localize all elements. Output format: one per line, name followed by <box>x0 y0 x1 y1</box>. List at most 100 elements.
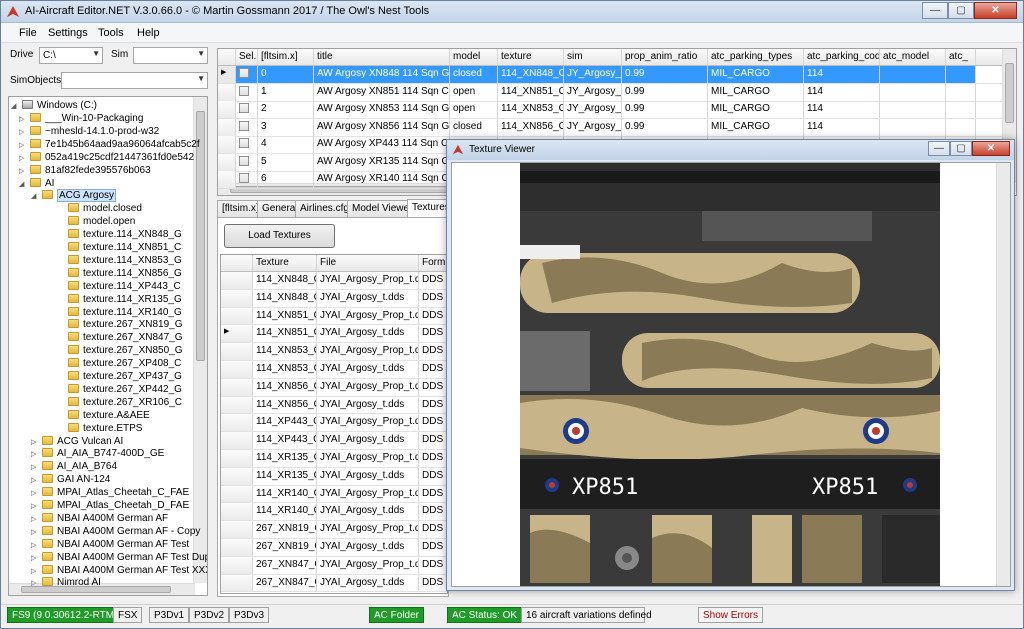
table-cell[interactable]: JYAI_Argosy_t.dds <box>317 574 419 592</box>
tree-item[interactable]: ▷ NBAI A400M German AF - Copy <box>31 525 200 538</box>
row-header[interactable]: ▶ <box>221 325 253 343</box>
table-cell[interactable] <box>946 66 976 83</box>
table-cell[interactable]: open <box>450 101 498 118</box>
table-cell[interactable]: MIL_CARGO <box>708 101 804 118</box>
table-cell[interactable] <box>946 83 976 101</box>
table-cell[interactable]: 114 <box>804 101 880 118</box>
table-cell[interactable]: 114_XN851_C <box>253 325 317 343</box>
menu-file[interactable]: File <box>19 27 37 39</box>
table-cell[interactable]: 114 <box>804 66 880 83</box>
table-cell[interactable]: 114_XN848_G <box>498 66 564 83</box>
tree-item[interactable]: texture.267_XP437_G <box>57 370 182 383</box>
column-header[interactable]: model <box>450 49 498 65</box>
tree-item[interactable]: ◢ ACG Argosy <box>31 189 117 203</box>
table-cell[interactable]: 0.99 <box>622 66 708 83</box>
tree-item[interactable]: model.closed <box>57 202 142 215</box>
status-p3dv1[interactable]: P3Dv1 <box>149 607 190 623</box>
table-row[interactable]: ▶ 114_XN851_C JYAI_Argosy_t.dds DDS <box>221 325 447 344</box>
table-cell[interactable]: AW Argosy XR140 114 Sqn G <box>314 171 450 188</box>
tree-item[interactable]: texture.114_XN848_G <box>57 228 182 241</box>
table-cell[interactable]: DDS <box>419 290 447 307</box>
table-cell[interactable]: AW Argosy XR135 114 Sqn G <box>314 153 450 171</box>
table-cell[interactable] <box>880 83 946 101</box>
tree-item[interactable]: ▷ 81af82fede395576b063 <box>19 164 151 177</box>
status-ac-folder[interactable]: AC Folder <box>369 607 425 623</box>
column-header[interactable]: atc_ <box>946 49 976 65</box>
row-header[interactable] <box>218 118 236 136</box>
row-header[interactable] <box>218 171 236 188</box>
table-row[interactable]: 114_XR135_GJYAI_Argosy_Prop_t.ddsDDS <box>221 450 447 468</box>
table-cell[interactable]: AW Argosy XP443 114 Sqn C <box>314 136 450 153</box>
row-header[interactable] <box>221 432 253 449</box>
table-cell[interactable]: closed <box>450 66 498 83</box>
viewer-maximize-button[interactable]: ▢ <box>950 141 972 156</box>
select-checkbox[interactable] <box>239 120 249 131</box>
select-checkbox[interactable] <box>239 173 249 183</box>
tree-item[interactable]: ▷ NBAI A400M German AF Test Dup <box>31 551 207 564</box>
table-cell[interactable]: JYAI_Argosy_t.dds <box>317 289 419 307</box>
table-cell[interactable]: DDS <box>419 450 447 467</box>
table-cell[interactable]: 267_XN819_G <box>253 539 317 556</box>
select-checkbox[interactable] <box>239 85 249 96</box>
table-cell[interactable]: DDS <box>419 272 447 289</box>
tree-item[interactable]: ▷ ___Win-10-Packaging <box>19 112 143 125</box>
collapse-arrow-icon[interactable]: ◢ <box>19 178 27 191</box>
row-header[interactable] <box>218 153 236 171</box>
maximize-button[interactable]: ▢ <box>948 2 974 19</box>
column-header[interactable]: sim <box>564 49 622 65</box>
table-row[interactable]: 114_XP443_CJYAI_Argosy_Prop_t.ddsDDS <box>221 414 447 433</box>
tree-item[interactable]: ▷ ~mhesld-14.1.0-prod-w32 <box>19 125 159 138</box>
table-row[interactable]: 267_XN819_G JYAI_Argosy_t.dds DDS <box>221 539 447 557</box>
table-row[interactable]: ▶ 0 AW Argosy XN848 114 Sqn Grey closed 114_… <box>218 66 1004 84</box>
row-header[interactable] <box>221 450 253 467</box>
table-cell[interactable]: DDS <box>419 361 447 378</box>
table-cell[interactable]: 6 <box>258 171 314 188</box>
row-header[interactable] <box>221 485 253 503</box>
tree-item[interactable]: ▷ AI_AIA_B764 <box>31 460 117 473</box>
table-cell[interactable]: 267_XN847_G <box>253 556 317 574</box>
row-header[interactable] <box>221 556 253 574</box>
table-cell[interactable]: JYAI_Argosy_t.dds <box>317 432 419 449</box>
table-cell[interactable] <box>880 118 946 136</box>
select-cell[interactable] <box>236 101 258 118</box>
column-header[interactable]: title <box>314 49 450 65</box>
table-cell[interactable]: JY_Argosy_AI <box>564 66 622 83</box>
tree-item[interactable]: texture.114_XR135_G <box>57 293 182 306</box>
table-row[interactable]: 114_XR140_GJYAI_Argosy_Prop_t.ddsDDS <box>221 485 447 504</box>
status-fs9[interactable]: FS9 (9.0.30612.2-RTM) <box>7 607 123 623</box>
column-header[interactable]: texture <box>498 49 564 65</box>
tree-item[interactable]: texture.267_XP408_C <box>57 357 181 370</box>
column-header[interactable]: [fltsim.x] <box>258 49 314 65</box>
table-cell[interactable]: 3 <box>258 118 314 136</box>
select-checkbox[interactable] <box>239 103 249 113</box>
table-cell[interactable]: 4 <box>258 136 314 153</box>
tree-item[interactable]: texture.A&AEE <box>57 409 150 422</box>
select-cell[interactable] <box>236 118 258 136</box>
tree-item[interactable]: ▷ MPAI_Atlas_Cheetah_D_FAE <box>31 499 189 512</box>
viewer-close-button[interactable]: ✕ <box>972 141 1010 156</box>
table-cell[interactable]: 114_XN851_C <box>498 83 564 101</box>
table-row[interactable]: 267_XN819_GJYAI_Argosy_Prop_t.ddsDDS <box>221 521 447 539</box>
table-cell[interactable]: JYAI_Argosy_t.dds <box>317 503 419 521</box>
status-fsx[interactable]: FSX <box>113 607 143 623</box>
tree-item[interactable]: ▷ GAI AN-124 <box>31 473 110 486</box>
table-cell[interactable]: DDS <box>419 503 447 520</box>
row-header[interactable] <box>221 272 253 289</box>
row-header[interactable]: ▶ <box>218 66 236 83</box>
tree-item[interactable]: texture.114_XN851_C <box>57 241 181 254</box>
tree-item[interactable]: ▷ NBAI A400M German AF Test <box>31 538 189 551</box>
table-cell[interactable]: 5 <box>258 153 314 171</box>
table-cell[interactable]: JYAI_Argosy_Prop_t.dds <box>317 485 419 503</box>
table-cell[interactable]: DDS <box>419 557 447 574</box>
tree-item[interactable]: texture.114_XR140_G <box>57 306 182 319</box>
table-cell[interactable]: 114_XN856_G <box>498 118 564 136</box>
table-cell[interactable]: 114_XN853_G <box>253 343 317 360</box>
table-cell[interactable]: 114_XR140_G <box>253 485 317 503</box>
minimize-button[interactable]: — <box>922 2 948 19</box>
table-row[interactable]: 1AW Argosy XN851 114 Sqn Camoopen114_XN8… <box>218 83 1004 102</box>
drive-select[interactable]: C:\ ▼ <box>39 47 103 64</box>
tree-scrollbar[interactable] <box>193 97 207 583</box>
table-row[interactable]: 114_XN856_GJYAI_Argosy_Prop_t.ddsDDS <box>221 378 447 397</box>
table-row[interactable]: 2 AW Argosy XN853 114 Sqn Grey open 114_XN8… <box>218 101 1004 119</box>
table-cell[interactable]: JYAI_Argosy_t.dds <box>317 361 419 378</box>
